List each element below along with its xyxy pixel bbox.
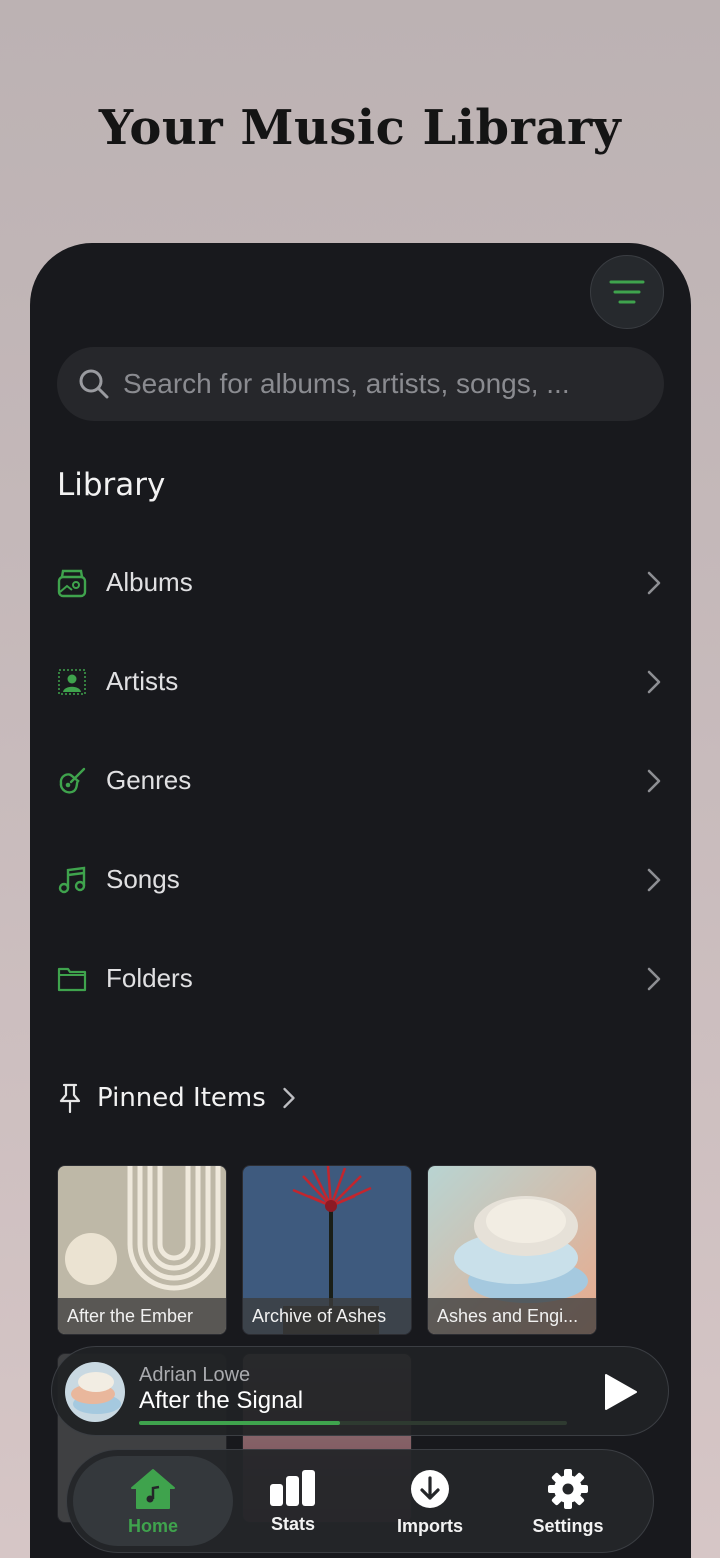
- artist-icon: [57, 667, 87, 697]
- pinned-items-title: Pinned Items: [97, 1083, 266, 1113]
- menu-button[interactable]: [590, 255, 664, 329]
- library-item-label: Songs: [106, 864, 180, 894]
- music-note-icon: [57, 865, 87, 895]
- pinned-tile[interactable]: Ashes and Engi...: [427, 1165, 597, 1335]
- library-item-genres[interactable]: Genres: [30, 731, 691, 830]
- library-item-label: Folders: [106, 963, 193, 993]
- tab-bar: Home Stats Imports Settings: [66, 1449, 654, 1553]
- tab-stats[interactable]: Stats: [223, 1456, 363, 1546]
- now-playing-bar[interactable]: Adrian Lowe After the Signal: [51, 1346, 669, 1436]
- search-icon: [79, 369, 109, 399]
- play-icon[interactable]: [602, 1373, 638, 1411]
- tab-settings[interactable]: Settings: [498, 1456, 638, 1546]
- search-input[interactable]: [123, 368, 623, 400]
- pinned-tile-label: Ashes and Engi...: [428, 1298, 596, 1334]
- library-item-label: Artists: [106, 666, 179, 696]
- pinned-tile[interactable]: After the Ember: [57, 1165, 227, 1335]
- search-bar[interactable]: [57, 347, 664, 421]
- pinned-items-row: After the Ember Archive of Ashes Ashes a…: [57, 1165, 597, 1335]
- chevron-right-icon: [647, 967, 661, 990]
- pin-icon: [59, 1083, 81, 1113]
- playback-progress[interactable]: [139, 1421, 567, 1425]
- tab-imports[interactable]: Imports: [360, 1456, 500, 1546]
- now-playing-title: After the Signal: [139, 1387, 304, 1414]
- library-title: Library: [57, 467, 166, 503]
- album-icon: [57, 568, 87, 598]
- chevron-right-icon: [283, 1087, 295, 1109]
- home-icon: [131, 1469, 175, 1509]
- library-item-songs[interactable]: Songs: [30, 830, 691, 929]
- folder-icon: [57, 964, 87, 994]
- gear-icon: [548, 1469, 588, 1509]
- tab-home[interactable]: Home: [73, 1456, 233, 1546]
- library-item-label: Genres: [106, 765, 192, 795]
- library-item-albums[interactable]: Albums: [30, 533, 691, 632]
- playback-progress-fill: [139, 1421, 341, 1425]
- pinned-items-header[interactable]: Pinned Items: [57, 1083, 298, 1113]
- guitar-icon: [57, 766, 87, 796]
- library-list: Albums Artists Genres Songs Folders: [30, 533, 691, 1028]
- tab-label: Stats: [270, 1514, 315, 1534]
- hamburger-icon: [609, 280, 645, 304]
- library-item-label: Albums: [106, 567, 193, 597]
- tab-label: Home: [127, 1516, 178, 1536]
- promo-title: Your Music Library: [98, 100, 622, 156]
- chevron-right-icon: [647, 769, 661, 792]
- download-icon: [411, 1470, 449, 1508]
- pinned-tile[interactable]: Archive of Ashes: [242, 1165, 412, 1335]
- chevron-right-icon: [647, 868, 661, 891]
- now-playing-cover: [65, 1362, 125, 1422]
- pinned-tile-label: After the Ember: [58, 1298, 226, 1334]
- chevron-right-icon: [647, 571, 661, 594]
- stats-icon: [270, 1470, 315, 1506]
- now-playing-artist: Adrian Lowe: [139, 1364, 251, 1386]
- pinned-tile-label: Archive of Ashes: [243, 1298, 411, 1334]
- tab-label: Imports: [396, 1516, 463, 1536]
- tab-label: Settings: [532, 1516, 604, 1536]
- chevron-right-icon: [647, 670, 661, 693]
- library-item-artists[interactable]: Artists: [30, 632, 691, 731]
- library-item-folders[interactable]: Folders: [30, 929, 691, 1028]
